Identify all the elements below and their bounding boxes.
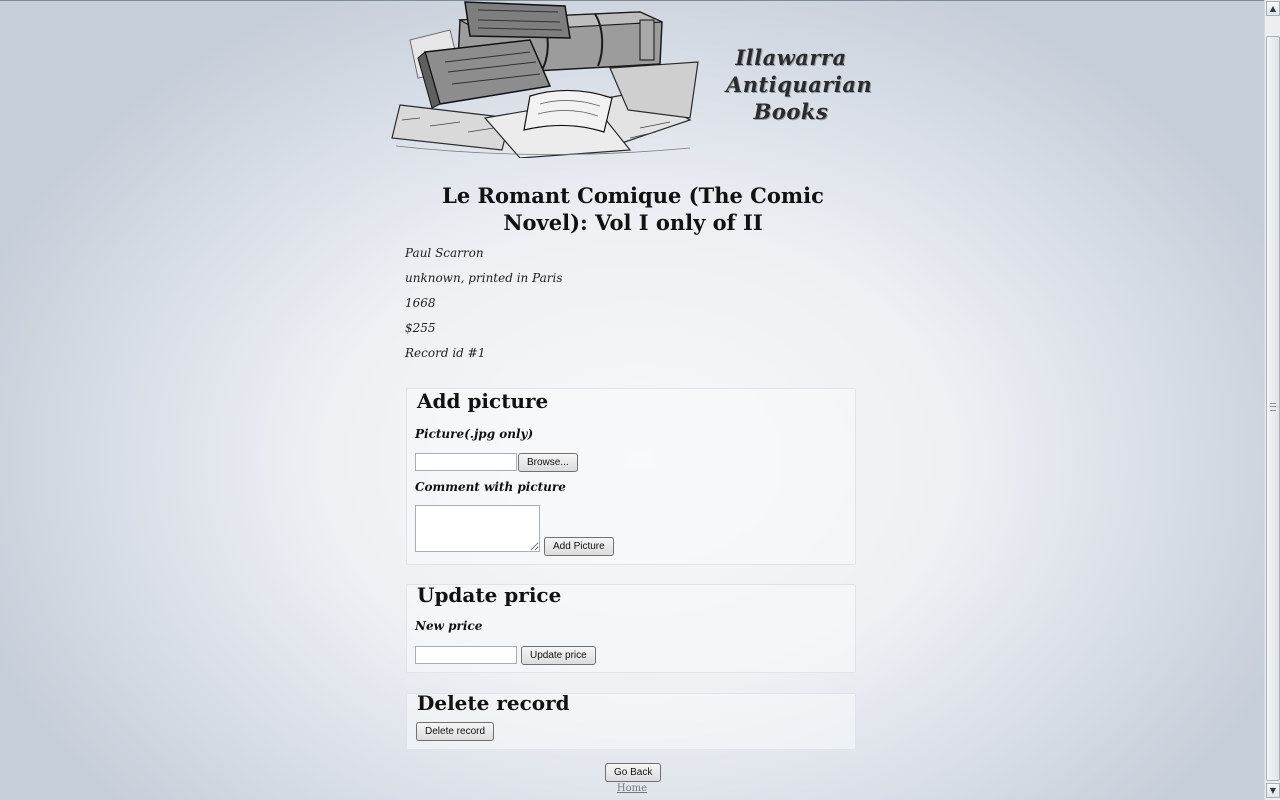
book-details: Paul Scarron unknown, printed in Paris 1… — [405, 244, 855, 369]
scroll-up-arrow-icon[interactable]: ▲ — [1266, 1, 1280, 16]
new-price-input[interactable] — [415, 646, 517, 664]
delete-record-button[interactable]: Delete record — [416, 722, 495, 741]
record-id: Record id #1 — [405, 346, 486, 360]
vertical-scrollbar[interactable]: ▲ ▼ — [1264, 0, 1280, 800]
update-price-button[interactable]: Update price — [521, 646, 596, 665]
update-price-form: Update price New price Update price — [406, 583, 856, 673]
logo-line: Books — [753, 99, 829, 124]
picture-file-input[interactable] — [415, 453, 517, 471]
add-picture-button[interactable]: Add Picture — [544, 537, 614, 556]
logo-line: Illawarra — [735, 45, 847, 70]
browse-button[interactable]: Browse... — [518, 453, 578, 472]
store-logo-text: Illawarra Antiquarian Books — [726, 44, 873, 125]
picture-comment-textarea[interactable] — [415, 505, 540, 552]
home-link[interactable]: Home — [600, 783, 664, 794]
book-year: 1668 — [405, 296, 436, 310]
go-back-button[interactable]: Go Back — [605, 763, 662, 782]
scroll-down-arrow-icon[interactable]: ▼ — [1266, 783, 1280, 798]
picture-label: Picture(.jpg only) — [415, 427, 534, 441]
delete-record-form: Delete record Delete record — [406, 691, 856, 750]
book-title: Le Romant Comique (The Comic Novel): Vol… — [442, 183, 824, 235]
new-price-label: New price — [415, 619, 483, 633]
book-author: Paul Scarron — [405, 246, 484, 260]
add-picture-heading: Add picture — [417, 389, 549, 413]
grip-icon — [1270, 403, 1276, 411]
add-picture-form: Add picture Picture(.jpg only) Browse...… — [406, 388, 856, 565]
delete-record-heading: Delete record — [417, 691, 570, 715]
book-publisher: unknown, printed in Paris — [405, 271, 563, 285]
antique-books-illustration — [391, 1, 699, 158]
comment-label: Comment with picture — [415, 480, 566, 494]
logo-line: Antiquarian — [726, 72, 873, 97]
page: Illawarra Antiquarian Books Le Romant Co… — [0, 0, 1264, 800]
scrollbar-thumb[interactable] — [1266, 36, 1280, 781]
book-price: $255 — [405, 321, 436, 335]
update-price-heading: Update price — [417, 583, 562, 607]
